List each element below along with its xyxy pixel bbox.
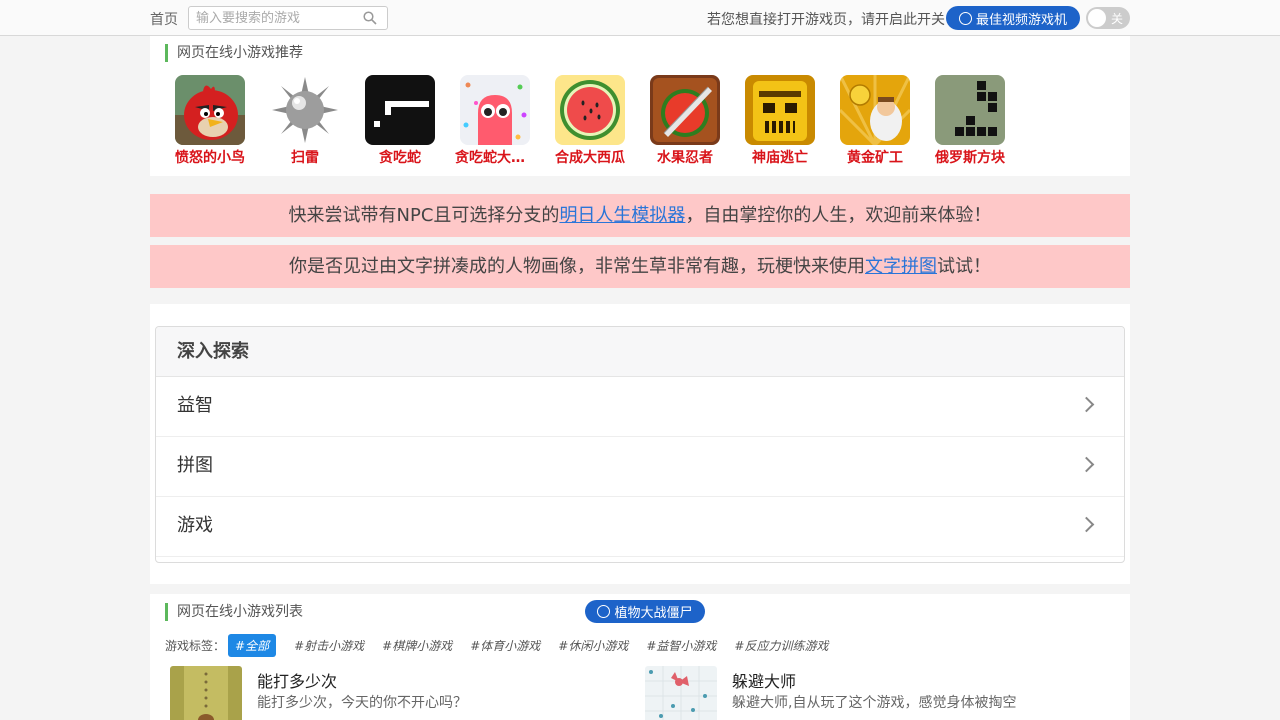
watermelon-icon: [555, 75, 625, 145]
chevron-right-icon: [1078, 516, 1095, 533]
circle-arrow-icon: [597, 605, 611, 618]
tag-all[interactable]: #全部: [228, 634, 277, 657]
list-item-title: 能打多少次: [257, 672, 338, 691]
tag-board[interactable]: #棋牌小游戏: [382, 637, 452, 654]
explore-item-label: 拼图: [177, 455, 213, 476]
banner-life-simulator: 快来尝试带有NPC且可选择分支的明日人生模拟器，自由掌控你的人生，欢迎前来体验！: [150, 194, 1130, 237]
best-console-label: 最佳视频游戏机: [975, 12, 1067, 28]
game-item-minesweeper[interactable]: 扫雷: [265, 75, 345, 167]
tag-sports[interactable]: #体育小游戏: [470, 637, 540, 654]
tetris-icon: [935, 75, 1005, 145]
explore-item-puzzle-logic[interactable]: 益智: [156, 377, 1124, 437]
explore-item-games[interactable]: 游戏: [156, 497, 1124, 557]
tag-casual[interactable]: #休闲小游戏: [558, 637, 628, 654]
temple-run-icon: [745, 75, 815, 145]
life-simulator-link[interactable]: 明日人生模拟器: [559, 205, 685, 226]
best-console-button[interactable]: 最佳视频游戏机: [946, 6, 1080, 30]
game-item-watermelon[interactable]: 合成大西瓜: [550, 75, 630, 167]
game-name: 愤怒的小鸟: [175, 150, 245, 166]
tag-reaction[interactable]: #反应力训练游戏: [734, 637, 828, 654]
explore-item-jigsaw[interactable]: 拼图: [156, 437, 1124, 497]
tag-shooting[interactable]: #射击小游戏: [294, 637, 364, 654]
game-item-gold-miner[interactable]: 黄金矿工: [835, 75, 915, 167]
explore-item-label: 游戏: [177, 515, 213, 536]
game-item-tetris[interactable]: 俄罗斯方块: [930, 75, 1010, 167]
game-name: 水果忍者: [657, 150, 713, 166]
game-item-temple-run[interactable]: 神庙逃亡: [740, 75, 820, 167]
game-name: 神庙逃亡: [752, 150, 808, 166]
game-list-title: 网页在线小游戏列表: [165, 603, 303, 621]
explore-panel: 深入探索 益智 拼图 游戏: [150, 304, 1130, 584]
game-name: 贪吃蛇大作战: [455, 150, 535, 166]
pvz-button[interactable]: 植物大战僵尸: [585, 600, 705, 623]
game-item-angry-birds[interactable]: 愤怒的小鸟: [170, 75, 250, 167]
pvz-label: 植物大战僵尸: [614, 606, 693, 621]
banner-text: 试试！: [937, 256, 991, 277]
circle-arrow-icon: [958, 11, 972, 25]
snake-icon: [365, 75, 435, 145]
angry-bird-icon: [175, 75, 245, 145]
gold-miner-icon: [840, 75, 910, 145]
game-item-fruit-ninja[interactable]: 水果忍者: [645, 75, 725, 167]
game-name: 黄金矿工: [847, 150, 903, 166]
list-item[interactable]: 能打多少次 能打多少次，今天的你不开心吗？: [170, 666, 630, 720]
list-item-title: 躲避大师: [732, 672, 797, 691]
toggle-label: 关: [1111, 12, 1124, 26]
chevron-right-icon: [1078, 396, 1095, 413]
toggle-knob: [1088, 9, 1106, 27]
tags-label: 游戏标签：: [165, 639, 226, 653]
snake-battle-icon: [460, 75, 530, 145]
chevron-right-icon: [1078, 456, 1095, 473]
tag-puzzle[interactable]: #益智小游戏: [646, 637, 716, 654]
explore-item-label: 益智: [177, 395, 213, 416]
search-input[interactable]: [189, 7, 359, 29]
game-name: 扫雷: [291, 150, 319, 166]
mine-icon: [270, 75, 340, 145]
explore-title: 深入探索: [156, 327, 1124, 377]
game-thumbnail: [645, 666, 717, 720]
home-link[interactable]: 首页: [150, 9, 178, 29]
game-item-snake[interactable]: 贪吃蛇: [360, 75, 440, 167]
game-list-panel: 网页在线小游戏列表 植物大战僵尸 游戏标签： #全部 #射击小游戏 #棋牌小游戏…: [150, 594, 1130, 720]
list-item-desc: 能打多少次，今天的你不开心吗？: [257, 695, 467, 711]
recommend-panel: 网页在线小游戏推荐 愤怒的小鸟 扫雷 贪吃蛇 贪吃蛇大作战 合成大西瓜 水果忍者…: [150, 36, 1130, 176]
list-item[interactable]: 躲避大师 躲避大师,自从玩了这个游戏，感觉身体被掏空: [645, 666, 1105, 720]
text-puzzle-link[interactable]: 文字拼图: [865, 256, 937, 277]
banner-text: 你是否见过由文字拼凑成的人物画像，非常生草非常有趣，玩梗快来使用: [289, 256, 865, 277]
open-direct-hint: 若您想直接打开游戏页，请开启此开关: [707, 12, 945, 28]
tag-filter: 游戏标签： #全部 #射击小游戏 #棋牌小游戏 #体育小游戏 #休闲小游戏 #益…: [165, 634, 846, 657]
game-name: 合成大西瓜: [555, 150, 625, 166]
banner-text: ，自由掌控你的人生，欢迎前来体验！: [685, 205, 992, 226]
game-name: 贪吃蛇: [379, 150, 421, 166]
banner-text-puzzle: 你是否见过由文字拼凑成的人物画像，非常生草非常有趣，玩梗快来使用文字拼图试试！: [150, 245, 1130, 288]
explore-card: 深入探索 益智 拼图 游戏: [155, 326, 1125, 563]
fruit-ninja-icon: [650, 75, 720, 145]
game-thumbnail: [170, 666, 242, 720]
top-bar: 首页 若您想直接打开游戏页，请开启此开关 最佳视频游戏机 关: [0, 0, 1280, 36]
game-item-snake-battle[interactable]: 贪吃蛇大作战: [455, 75, 535, 167]
search-icon[interactable]: [363, 11, 377, 25]
recommend-title: 网页在线小游戏推荐: [165, 44, 303, 62]
banner-text: 快来尝试带有NPC且可选择分支的: [288, 205, 560, 226]
list-item-desc: 躲避大师,自从玩了这个游戏，感觉身体被掏空: [732, 695, 1017, 711]
direct-open-toggle[interactable]: 关: [1086, 7, 1130, 29]
search-box[interactable]: [188, 6, 388, 30]
game-name: 俄罗斯方块: [935, 150, 1005, 166]
